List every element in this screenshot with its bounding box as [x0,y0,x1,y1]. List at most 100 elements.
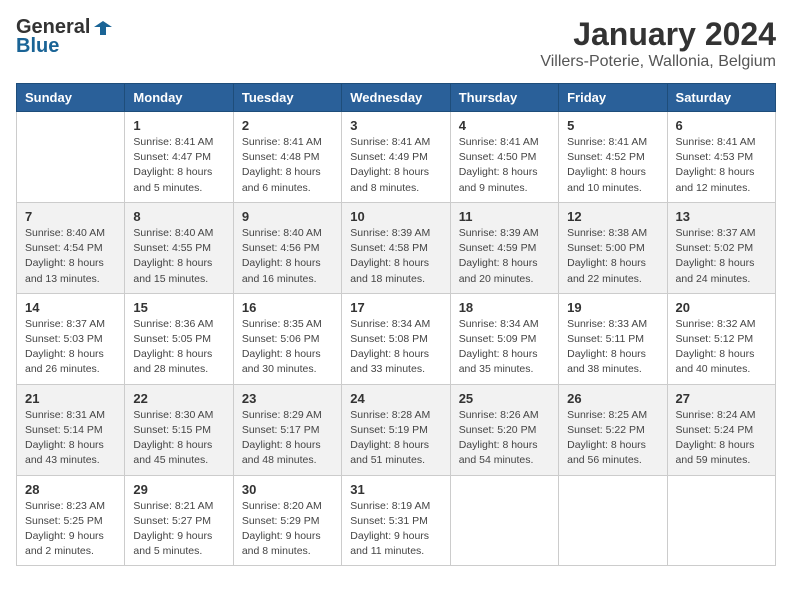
day-info: Sunrise: 8:41 AMSunset: 4:52 PMDaylight:… [567,135,658,196]
calendar-cell: 18 Sunrise: 8:34 AMSunset: 5:09 PMDayligh… [450,293,558,384]
calendar-week-2: 7 Sunrise: 8:40 AMSunset: 4:54 PMDaylight… [17,202,776,293]
day-info: Sunrise: 8:41 AMSunset: 4:50 PMDaylight:… [459,135,550,196]
day-info: Sunrise: 8:21 AMSunset: 5:27 PMDaylight:… [133,499,224,560]
calendar-table: SundayMondayTuesdayWednesdayThursdayFrid… [16,83,776,566]
calendar-cell: 5 Sunrise: 8:41 AMSunset: 4:52 PMDaylight… [559,112,667,203]
day-number: 1 [133,118,224,133]
day-number: 23 [242,391,333,406]
day-number: 30 [242,482,333,497]
calendar-header: SundayMondayTuesdayWednesdayThursdayFrid… [17,84,776,112]
day-number: 15 [133,300,224,315]
calendar-cell: 22Sunrise: 8:30 AMSunset: 5:15 PMDayligh… [125,384,233,475]
day-info: Sunrise: 8:31 AMSunset: 5:14 PMDaylight:… [25,408,116,469]
calendar-cell: 11Sunrise: 8:39 AMSunset: 4:59 PMDayligh… [450,202,558,293]
day-info: Sunrise: 8:39 AMSunset: 4:59 PMDaylight:… [459,226,550,287]
calendar-cell: 29 Sunrise: 8:21 AMSunset: 5:27 PMDayligh… [125,475,233,566]
day-info: Sunrise: 8:41 AMSunset: 4:53 PMDaylight:… [676,135,767,196]
day-info: Sunrise: 8:23 AMSunset: 5:25 PMDaylight:… [25,499,116,560]
day-info: Sunrise: 8:34 AMSunset: 5:09 PMDaylight:… [459,317,550,378]
page-subtitle: Villers-Poterie, Wallonia, Belgium [540,53,776,71]
calendar-cell [559,475,667,566]
header-monday: Monday [125,84,233,112]
page-header: General Blue January 2024 Villers-Poteri… [16,16,776,71]
header-tuesday: Tuesday [233,84,341,112]
day-number: 12 [567,209,658,224]
calendar-cell: 26 Sunrise: 8:25 AMSunset: 5:22 PMDayligh… [559,384,667,475]
day-number: 21 [25,391,116,406]
day-number: 28 [25,482,116,497]
day-info: Sunrise: 8:26 AMSunset: 5:20 PMDaylight:… [459,408,550,469]
day-info: Sunrise: 8:41 AMSunset: 4:47 PMDaylight:… [133,135,224,196]
calendar-cell: 17Sunrise: 8:34 AMSunset: 5:08 PMDayligh… [342,293,450,384]
day-number: 26 [567,391,658,406]
calendar-cell: 12 Sunrise: 8:38 AMSunset: 5:00 PMDayligh… [559,202,667,293]
day-info: Sunrise: 8:40 AMSunset: 4:56 PMDaylight:… [242,226,333,287]
calendar-cell: 21 Sunrise: 8:31 AMSunset: 5:14 PMDayligh… [17,384,125,475]
day-number: 22 [133,391,224,406]
calendar-cell: 31 Sunrise: 8:19 AMSunset: 5:31 PMDayligh… [342,475,450,566]
day-number: 7 [25,209,116,224]
header-friday: Friday [559,84,667,112]
header-saturday: Saturday [667,84,775,112]
day-info: Sunrise: 8:41 AMSunset: 4:49 PMDaylight:… [350,135,441,196]
calendar-cell: 1 Sunrise: 8:41 AMSunset: 4:47 PMDaylight… [125,112,233,203]
day-number: 17 [350,300,441,315]
day-number: 2 [242,118,333,133]
day-number: 31 [350,482,441,497]
calendar-cell: 19Sunrise: 8:33 AMSunset: 5:11 PMDayligh… [559,293,667,384]
calendar-cell: 28 Sunrise: 8:23 AMSunset: 5:25 PMDayligh… [17,475,125,566]
day-number: 13 [676,209,767,224]
day-number: 6 [676,118,767,133]
day-info: Sunrise: 8:41 AMSunset: 4:48 PMDaylight:… [242,135,333,196]
page-title: January 2024 [540,16,776,53]
day-number: 16 [242,300,333,315]
calendar-cell: 14Sunrise: 8:37 AMSunset: 5:03 PMDayligh… [17,293,125,384]
calendar-cell [17,112,125,203]
day-number: 19 [567,300,658,315]
day-info: Sunrise: 8:19 AMSunset: 5:31 PMDaylight:… [350,499,441,560]
day-info: Sunrise: 8:40 AMSunset: 4:54 PMDaylight:… [25,226,116,287]
day-number: 25 [459,391,550,406]
day-number: 8 [133,209,224,224]
day-number: 27 [676,391,767,406]
calendar-week-5: 28 Sunrise: 8:23 AMSunset: 5:25 PMDayligh… [17,475,776,566]
calendar-cell: 25 Sunrise: 8:26 AMSunset: 5:20 PMDayligh… [450,384,558,475]
day-info: Sunrise: 8:40 AMSunset: 4:55 PMDaylight:… [133,226,224,287]
header-thursday: Thursday [450,84,558,112]
calendar-cell: 13 Sunrise: 8:37 AMSunset: 5:02 PMDayligh… [667,202,775,293]
day-number: 24 [350,391,441,406]
day-number: 5 [567,118,658,133]
day-info: Sunrise: 8:32 AMSunset: 5:12 PMDaylight:… [676,317,767,378]
day-info: Sunrise: 8:38 AMSunset: 5:00 PMDaylight:… [567,226,658,287]
calendar-week-1: 1 Sunrise: 8:41 AMSunset: 4:47 PMDaylight… [17,112,776,203]
calendar-cell: 8 Sunrise: 8:40 AMSunset: 4:55 PMDaylight… [125,202,233,293]
calendar-cell: 30 Sunrise: 8:20 AMSunset: 5:29 PMDayligh… [233,475,341,566]
day-number: 18 [459,300,550,315]
day-info: Sunrise: 8:25 AMSunset: 5:22 PMDaylight:… [567,408,658,469]
calendar-cell [667,475,775,566]
header-wednesday: Wednesday [342,84,450,112]
calendar-cell: 20 Sunrise: 8:32 AMSunset: 5:12 PMDayligh… [667,293,775,384]
day-number: 20 [676,300,767,315]
day-info: Sunrise: 8:20 AMSunset: 5:29 PMDaylight:… [242,499,333,560]
day-number: 29 [133,482,224,497]
calendar-cell: 2 Sunrise: 8:41 AMSunset: 4:48 PMDaylight… [233,112,341,203]
day-info: Sunrise: 8:36 AMSunset: 5:05 PMDaylight:… [133,317,224,378]
calendar-week-4: 21 Sunrise: 8:31 AMSunset: 5:14 PMDayligh… [17,384,776,475]
day-number: 9 [242,209,333,224]
day-info: Sunrise: 8:37 AMSunset: 5:02 PMDaylight:… [676,226,767,287]
logo: General Blue [16,16,114,58]
calendar-cell: 16 Sunrise: 8:35 AMSunset: 5:06 PMDayligh… [233,293,341,384]
calendar-cell: 6 Sunrise: 8:41 AMSunset: 4:53 PMDaylight… [667,112,775,203]
day-info: Sunrise: 8:35 AMSunset: 5:06 PMDaylight:… [242,317,333,378]
logo-blue: Blue [16,35,59,58]
day-info: Sunrise: 8:28 AMSunset: 5:19 PMDaylight:… [350,408,441,469]
day-info: Sunrise: 8:39 AMSunset: 4:58 PMDaylight:… [350,226,441,287]
calendar-cell [450,475,558,566]
calendar-cell: 23Sunrise: 8:29 AMSunset: 5:17 PMDayligh… [233,384,341,475]
calendar-cell: 3Sunrise: 8:41 AMSunset: 4:49 PMDaylight… [342,112,450,203]
title-block: January 2024 Villers-Poterie, Wallonia, … [540,16,776,71]
calendar-week-3: 14Sunrise: 8:37 AMSunset: 5:03 PMDayligh… [17,293,776,384]
calendar-cell: 7 Sunrise: 8:40 AMSunset: 4:54 PMDaylight… [17,202,125,293]
day-number: 4 [459,118,550,133]
